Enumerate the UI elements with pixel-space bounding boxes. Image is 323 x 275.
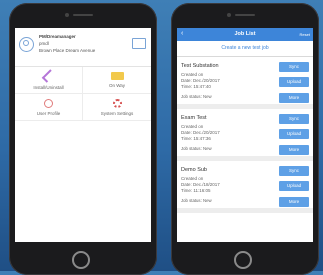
profile-address: Brown Place Dream Avenue (39, 48, 96, 53)
dashboard-screen: PM/Dreamanager pmdl Brown Place Dream Av… (15, 28, 151, 242)
more-button[interactable]: More (279, 197, 309, 207)
more-button[interactable]: More (279, 93, 309, 103)
nav-bar: ‹ Job List Reset (177, 28, 313, 41)
wrench-icon (41, 69, 56, 83)
job-item[interactable]: Demo Sub Created on Date: Dec./18/2017 T… (177, 161, 313, 213)
grid-item-label: User Profile (36, 110, 61, 116)
sync-button[interactable]: Sync (279, 114, 309, 124)
job-list-screen: ‹ Job List Reset Create a new test job T… (177, 28, 313, 242)
create-job-button[interactable]: Create a new test job (177, 41, 313, 57)
mailbox-icon[interactable] (132, 38, 146, 49)
grid-item-system-settings[interactable]: System Settings (83, 94, 151, 121)
grid-item-on-way[interactable]: On Way (83, 67, 151, 94)
truck-icon (110, 72, 124, 80)
speaker (73, 14, 93, 16)
phone-left: PM/Dreamanager pmdl Brown Place Dream Av… (9, 3, 157, 275)
upload-button[interactable]: Upload (279, 129, 309, 139)
camera-dot (227, 13, 231, 17)
phone-right: ‹ Job List Reset Create a new test job T… (171, 3, 319, 275)
sync-button[interactable]: Sync (279, 62, 309, 72)
more-button[interactable]: More (279, 145, 309, 155)
upload-button[interactable]: Upload (279, 77, 309, 87)
profile-header[interactable]: PM/Dreamanager pmdl Brown Place Dream Av… (15, 28, 151, 67)
grid-item-label: System Settings (100, 110, 134, 116)
reset-button[interactable]: Reset (300, 32, 310, 37)
grid-item-label: On Way (108, 83, 126, 88)
job-item[interactable]: Test Substation Created on Date: Dec./20… (177, 57, 313, 109)
profile-info: PM/Dreamanager pmdl Brown Place Dream Av… (39, 33, 95, 54)
grid-item-label: Install/Uninstall (33, 85, 64, 90)
home-button[interactable] (72, 251, 90, 269)
grid-item-user-profile[interactable]: User Profile (15, 94, 83, 121)
profile-username: pmdl (39, 41, 49, 46)
feature-grid: Install/Uninstall On Way User Profile Sy… (15, 67, 151, 121)
avatar-icon (19, 37, 34, 52)
page-title: Job List (234, 31, 256, 37)
gear-icon (112, 98, 122, 108)
user-icon (44, 98, 53, 108)
sync-button[interactable]: Sync (279, 166, 309, 176)
profile-role: PM/Dreamanager (39, 34, 76, 39)
grid-item-install[interactable]: Install/Uninstall (15, 67, 83, 94)
upload-button[interactable]: Upload (279, 181, 309, 191)
camera-dot (65, 13, 69, 17)
speaker (235, 14, 255, 16)
job-item[interactable]: Exam Test Created on Date: Dec./20/2017 … (177, 109, 313, 161)
home-button[interactable] (234, 251, 252, 269)
